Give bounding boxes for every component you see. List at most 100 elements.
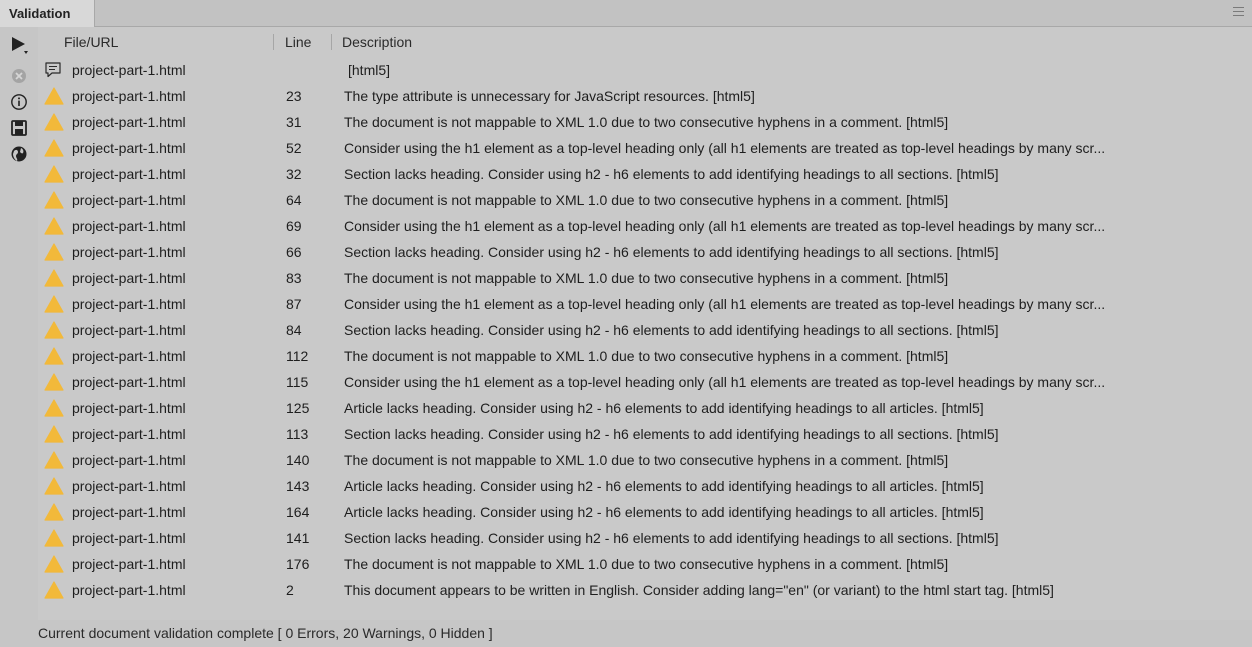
row-line: 52 xyxy=(286,140,302,156)
row-file: project-part-1.html xyxy=(72,582,186,598)
column-header-line[interactable]: Line xyxy=(279,27,311,57)
warning-icon xyxy=(44,451,64,469)
row-description: [html5] xyxy=(348,62,391,78)
save-icon[interactable] xyxy=(7,116,31,140)
table-row[interactable]: project-part-1.html 69 Consider using the … xyxy=(38,213,1252,239)
table-row[interactable]: project-part-1.html 143 Article lacks head… xyxy=(38,473,1252,499)
column-separator[interactable] xyxy=(273,34,274,50)
tab-validation[interactable]: Validation xyxy=(0,0,95,27)
table-row[interactable]: project-part-1.html 113 Section lacks head… xyxy=(38,421,1252,447)
table-row[interactable]: project-part-1.html 66 Section lacks headi… xyxy=(38,239,1252,265)
play-icon[interactable] xyxy=(7,33,31,57)
row-description: Section lacks heading. Consider using h2… xyxy=(344,166,999,182)
table-row[interactable]: project-part-1.html 164 Article lacks head… xyxy=(38,499,1252,525)
row-file: project-part-1.html xyxy=(72,192,186,208)
row-file: project-part-1.html xyxy=(72,504,186,520)
warning-icon xyxy=(44,217,64,235)
row-file: project-part-1.html xyxy=(72,114,186,130)
status-bar: Current document validation complete [ 0… xyxy=(0,620,1252,647)
row-description: Consider using the h1 element as a top-l… xyxy=(344,218,1106,234)
clear-icon[interactable] xyxy=(7,64,31,88)
table-header: File/URL Line Description xyxy=(38,27,1252,57)
table-row[interactable]: project-part-1.html 32 Section lacks headi… xyxy=(38,161,1252,187)
warning-icon xyxy=(44,191,64,209)
row-line: 31 xyxy=(286,114,302,130)
message-icon xyxy=(44,61,64,79)
row-description: The document is not mappable to XML 1.0 … xyxy=(344,270,949,286)
info-icon[interactable] xyxy=(7,90,31,114)
table-row[interactable]: project-part-1.html 64 The document is not… xyxy=(38,187,1252,213)
row-description: Section lacks heading. Consider using h2… xyxy=(344,322,999,338)
row-line: 115 xyxy=(286,374,309,390)
table-row[interactable]: project-part-1.html 84 Section lacks headi… xyxy=(38,317,1252,343)
row-file: project-part-1.html xyxy=(72,62,186,78)
table-row[interactable]: project-part-1.html 112 The document is no… xyxy=(38,343,1252,369)
column-header-description[interactable]: Description xyxy=(336,27,412,57)
row-line: 64 xyxy=(286,192,302,208)
table-row[interactable]: project-part-1.html 31 The document is not… xyxy=(38,109,1252,135)
row-line: 112 xyxy=(286,348,309,364)
row-description: Article lacks heading. Consider using h2… xyxy=(344,504,984,520)
row-description: Consider using the h1 element as a top-l… xyxy=(344,296,1106,312)
validation-panel: Validation File/URL Line Description pro… xyxy=(0,0,1252,647)
globe-icon[interactable] xyxy=(7,142,31,166)
row-description: Section lacks heading. Consider using h2… xyxy=(344,244,999,260)
table-row[interactable]: project-part-1.html 176 The document is no… xyxy=(38,551,1252,577)
warning-icon xyxy=(44,165,64,183)
warning-icon xyxy=(44,503,64,521)
column-header-file[interactable]: File/URL xyxy=(58,27,118,57)
table-row[interactable]: project-part-1.html 140 The document is no… xyxy=(38,447,1252,473)
warning-icon xyxy=(44,373,64,391)
row-file: project-part-1.html xyxy=(72,270,186,286)
row-description: The document is not mappable to XML 1.0 … xyxy=(344,114,949,130)
table-row[interactable]: project-part-1.html 2 This document appear… xyxy=(38,577,1252,603)
row-line: 83 xyxy=(286,270,302,286)
row-description: Section lacks heading. Consider using h2… xyxy=(344,426,999,442)
row-line: 143 xyxy=(286,478,310,494)
table-row[interactable]: project-part-1.html 141 Section lacks head… xyxy=(38,525,1252,551)
table-row[interactable]: project-part-1.html [html5] xyxy=(38,57,1252,83)
warning-icon xyxy=(44,581,64,599)
panel-menu-icon[interactable] xyxy=(1233,7,1244,19)
table-row[interactable]: project-part-1.html 52 Consider using the … xyxy=(38,135,1252,161)
row-file: project-part-1.html xyxy=(72,140,186,156)
row-line: 87 xyxy=(286,296,302,312)
row-line: 140 xyxy=(286,452,310,468)
row-description: This document appears to be written in E… xyxy=(344,582,1054,598)
row-description: The type attribute is unnecessary for Ja… xyxy=(344,88,755,104)
row-description: Consider using the h1 element as a top-l… xyxy=(344,140,1106,156)
row-line: 113 xyxy=(286,426,309,442)
row-description: The document is not mappable to XML 1.0 … xyxy=(344,192,949,208)
row-description: Section lacks heading. Consider using h2… xyxy=(344,530,999,546)
warning-icon xyxy=(44,321,64,339)
table-row[interactable]: project-part-1.html 115 Consider using the… xyxy=(38,369,1252,395)
row-file: project-part-1.html xyxy=(72,530,186,546)
warning-icon xyxy=(44,477,64,495)
row-file: project-part-1.html xyxy=(72,296,186,312)
panel-tab-bar: Validation xyxy=(0,0,1252,27)
row-file: project-part-1.html xyxy=(72,218,186,234)
row-description: The document is not mappable to XML 1.0 … xyxy=(344,452,949,468)
warning-icon xyxy=(44,399,64,417)
row-line: 32 xyxy=(286,166,302,182)
warning-icon xyxy=(44,425,64,443)
row-file: project-part-1.html xyxy=(72,348,186,364)
row-description: Article lacks heading. Consider using h2… xyxy=(344,400,984,416)
row-file: project-part-1.html xyxy=(72,88,186,104)
table-row[interactable]: project-part-1.html 87 Consider using the … xyxy=(38,291,1252,317)
warning-icon xyxy=(44,347,64,365)
column-separator[interactable] xyxy=(331,34,332,50)
row-line: 125 xyxy=(286,400,310,416)
warning-icon xyxy=(44,555,64,573)
warning-icon xyxy=(44,269,64,287)
validation-toolbar xyxy=(0,27,38,620)
table-row[interactable]: project-part-1.html 83 The document is not… xyxy=(38,265,1252,291)
table-row[interactable]: project-part-1.html 23 The type attribute … xyxy=(38,83,1252,109)
row-file: project-part-1.html xyxy=(72,426,186,442)
row-file: project-part-1.html xyxy=(72,556,186,572)
row-file: project-part-1.html xyxy=(72,400,186,416)
warning-icon xyxy=(44,113,64,131)
warning-icon xyxy=(44,139,64,157)
warning-icon xyxy=(44,295,64,313)
table-row[interactable]: project-part-1.html 125 Article lacks head… xyxy=(38,395,1252,421)
